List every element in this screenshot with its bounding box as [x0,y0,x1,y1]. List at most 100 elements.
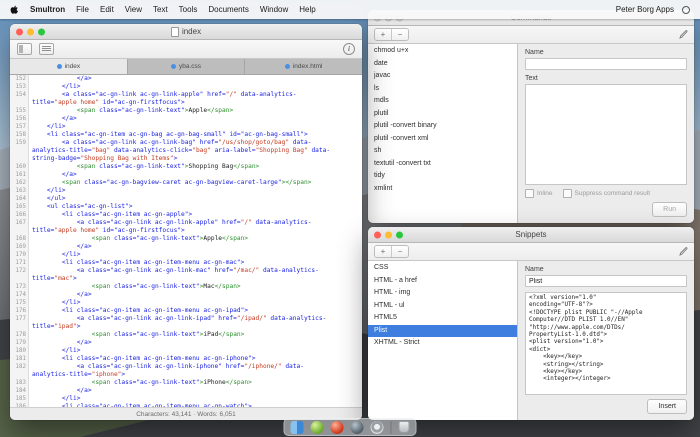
snippet-name-input[interactable] [525,275,687,287]
command-item[interactable]: mdls [368,95,517,108]
sidebar-toggle-icon[interactable] [17,43,32,55]
command-item[interactable]: ls [368,83,517,96]
close-button[interactable] [16,28,23,35]
code-line: </a> [29,75,92,83]
snippet-item[interactable]: XHTML - Strict [368,337,517,350]
zoom-button[interactable] [38,28,45,35]
menu-right-text[interactable]: Peter Borg Apps [616,5,674,14]
command-item[interactable]: textutil -convert txt [368,158,517,171]
dock-icon-green-app[interactable] [311,421,324,434]
command-item[interactable]: sh [368,145,517,158]
line-number: 168 [10,235,29,243]
code-row: 172 <a class="ac-gn-link ac-gn-link-mac"… [10,267,362,275]
menu-item-file[interactable]: File [76,5,89,14]
dock-icon-settings[interactable] [371,421,384,434]
code-row: 176 <li class="ac-gn-item ac-gn-item-men… [10,307,362,315]
line-number: 172 [10,267,29,275]
snippets-titlebar[interactable]: Snippets [368,227,694,243]
run-button[interactable]: Run [652,202,687,217]
code-row: 183 <span class="ac-gn-link-text">iPhone… [10,379,362,387]
code-row: 164 </ul> [10,195,362,203]
snippet-body[interactable]: <?xml version="1.0" encoding="UTF-8"?> <… [525,292,687,395]
add-snippet-button[interactable]: + [375,246,391,257]
code-line: <a class="ac-gn-link ac-gn-link-bag" hre… [29,139,311,147]
close-button[interactable] [374,231,381,238]
code-line: <a class="ac-gn-link ac-gn-link-apple" h… [29,219,311,227]
menu-item-smultron[interactable]: Smultron [30,5,65,14]
dock-icon-smultron[interactable] [331,421,344,434]
tab-index.html[interactable]: index.html [245,59,362,74]
text-label: Text [525,75,687,82]
menu-item-documents[interactable]: Documents [208,5,248,14]
code-row: title="ipad"> [10,323,362,331]
menu-item-view[interactable]: View [125,5,142,14]
code-row: 158 <li class="ac-gn-item ac-gn-bag ac-g… [10,131,362,139]
menu-item-tools[interactable]: Tools [179,5,198,14]
snippet-item[interactable]: HTML5 [368,312,517,325]
insert-button[interactable]: Insert [647,399,687,414]
menu-item-help[interactable]: Help [299,5,315,14]
menu-status-icon[interactable] [682,6,690,14]
editor-titlebar[interactable]: index [10,24,362,40]
command-name-input[interactable] [525,58,687,70]
add-command-button[interactable]: + [375,29,391,40]
line-number: 180 [10,347,29,355]
code-line: </li> [29,299,80,307]
code-row: 168 <span class="ac-gn-link-text">Apple<… [10,235,362,243]
zoom-button[interactable] [396,231,403,238]
inline-checkbox[interactable]: Inline [525,189,553,198]
snippet-item[interactable]: CSS [368,262,517,275]
command-item[interactable]: javac [368,70,517,83]
dock-icon-finder[interactable] [291,421,304,434]
checkbox-icon [563,189,572,198]
window-title: index [182,27,201,36]
snippet-item[interactable]: HTML - ul [368,300,517,313]
menu-item-text[interactable]: Text [153,5,168,14]
minimize-button[interactable] [385,231,392,238]
code-line: <a class="ac-gn-link ac-gn-link-apple" h… [29,91,297,99]
apple-menu-icon[interactable] [10,4,19,15]
line-number: 165 [10,203,29,211]
suppress-result-checkbox[interactable]: Suppress command result [563,189,651,198]
code-line: <li class="ac-gn-item ac-gn-item-menu ac… [29,403,252,407]
command-item[interactable]: chmod u+x [368,45,517,58]
snippets-window: Snippets + − CSSHTML - a hrefHTML - imgH… [368,227,694,420]
menu-item-edit[interactable]: Edit [100,5,114,14]
document-list-icon[interactable] [39,43,54,55]
remove-snippet-button[interactable]: − [391,246,408,257]
code-row: analytics-title="iphone"> [10,371,362,379]
command-item[interactable]: plutil [368,108,517,121]
line-number: 173 [10,283,29,291]
menu-item-window[interactable]: Window [260,5,288,14]
command-item[interactable]: xmlint [368,183,517,196]
info-icon[interactable]: i [343,43,355,55]
line-number: 182 [10,363,29,371]
code-row: 161 </a> [10,171,362,179]
line-number [10,323,29,331]
tab-yba.css[interactable]: yba.css [128,59,246,74]
snippet-item[interactable]: HTML - img [368,287,517,300]
remove-command-button[interactable]: − [391,29,408,40]
dock-icon-trash[interactable] [399,421,410,433]
tab-label: index.html [293,63,323,70]
dock [284,418,417,436]
minimize-button[interactable] [27,28,34,35]
command-item[interactable]: date [368,58,517,71]
tab-index[interactable]: index [10,59,128,74]
code-row: 170 </li> [10,251,362,259]
command-item[interactable]: tidy [368,170,517,183]
command-item[interactable]: plutil -convert xml [368,133,517,146]
snippet-item[interactable]: Plist [368,325,517,338]
dock-icon-dark-app[interactable] [351,421,364,434]
code-row: 177 <a class="ac-gn-link ac-gn-link-ipad… [10,315,362,323]
edit-pencil-icon[interactable] [679,30,688,39]
command-item[interactable]: plutil -convert binary [368,120,517,133]
code-line: <span class="ac-gn-link-text">iPhone</sp… [29,379,252,387]
line-number: 186 [10,403,29,407]
name-label: Name [525,266,687,273]
snippet-item[interactable]: HTML - a href [368,275,517,288]
code-line: analytics-title="bag" data-analytics-cli… [29,147,330,155]
code-editor[interactable]: 152 </a>153 </li>154 <a class="ac-gn-lin… [10,75,362,407]
command-text-area[interactable] [525,84,687,185]
edit-pencil-icon[interactable] [679,247,688,256]
